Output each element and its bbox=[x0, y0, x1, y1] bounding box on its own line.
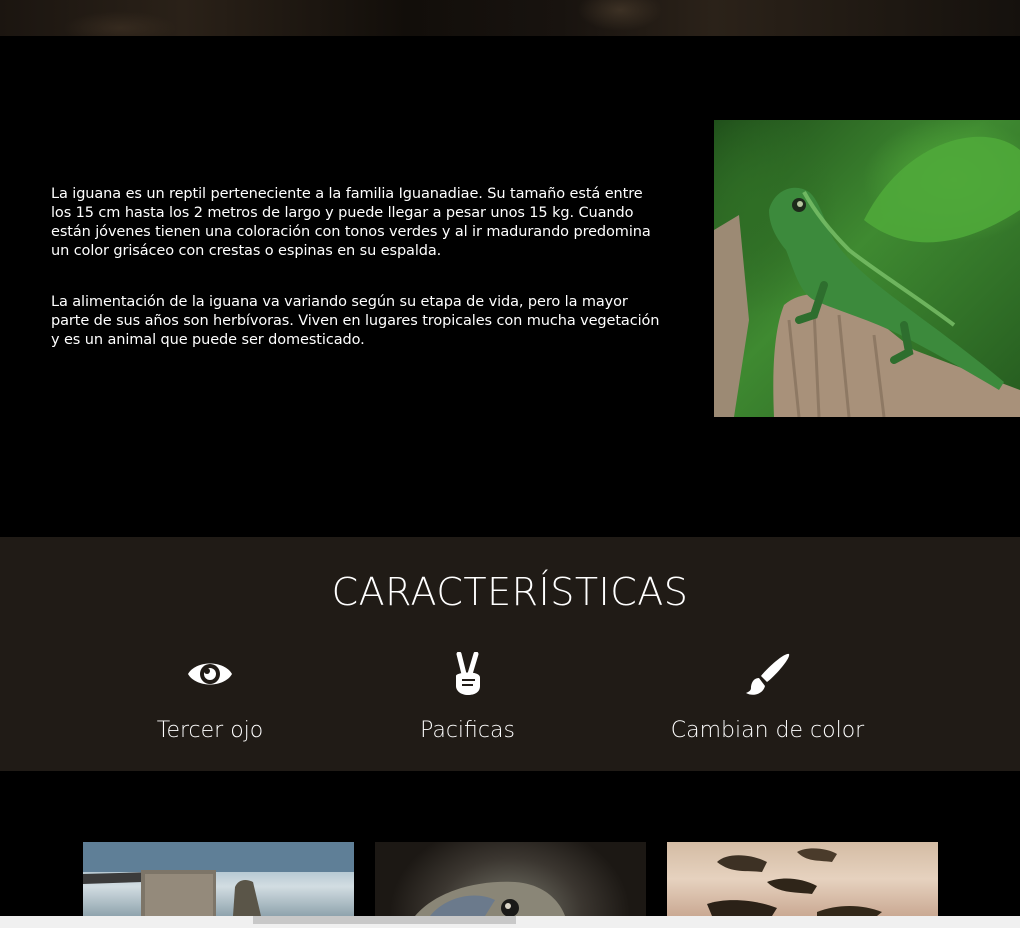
feature-label: Tercer ojo bbox=[156, 718, 264, 743]
intro-section: La iguana es un reptil perteneciente a l… bbox=[0, 36, 1020, 537]
gallery-card-2[interactable] bbox=[375, 842, 646, 916]
feature-tercer-ojo: Tercer ojo bbox=[150, 652, 270, 743]
gallery-image bbox=[415, 881, 565, 916]
feature-pacificas: Pacificas bbox=[410, 652, 525, 743]
gallery-card-3[interactable] bbox=[667, 842, 938, 916]
intro-paragraph-2: La alimentación de la iguana va variando… bbox=[51, 294, 660, 348]
paint-brush-icon bbox=[745, 653, 789, 695]
eye-icon bbox=[188, 663, 232, 685]
peace-hand-icon bbox=[455, 652, 480, 695]
feature-cambian-de-color: Cambian de color bbox=[665, 652, 870, 743]
feature-label: Pacificas bbox=[420, 718, 515, 743]
features-section: CARACTERÍSTICAS Tercer ojo Pacificas Cam… bbox=[0, 537, 1020, 771]
intro-paragraph-1: La iguana es un reptil perteneciente a l… bbox=[51, 186, 651, 259]
intro-text: La iguana es un reptil perteneciente a l… bbox=[51, 185, 661, 382]
gallery-image bbox=[83, 842, 354, 916]
features-title: CARACTERÍSTICAS bbox=[331, 570, 689, 614]
iguana-photo bbox=[714, 120, 1020, 417]
gallery-image bbox=[707, 848, 882, 916]
page: La iguana es un reptil perteneciente a l… bbox=[0, 0, 1020, 928]
hero-image-strip bbox=[0, 0, 1020, 36]
iguana-illustration bbox=[714, 136, 1020, 417]
gallery-card-1[interactable] bbox=[83, 842, 354, 916]
feature-label: Cambian de color bbox=[670, 718, 865, 743]
horizontal-scrollbar-thumb[interactable] bbox=[253, 916, 516, 924]
